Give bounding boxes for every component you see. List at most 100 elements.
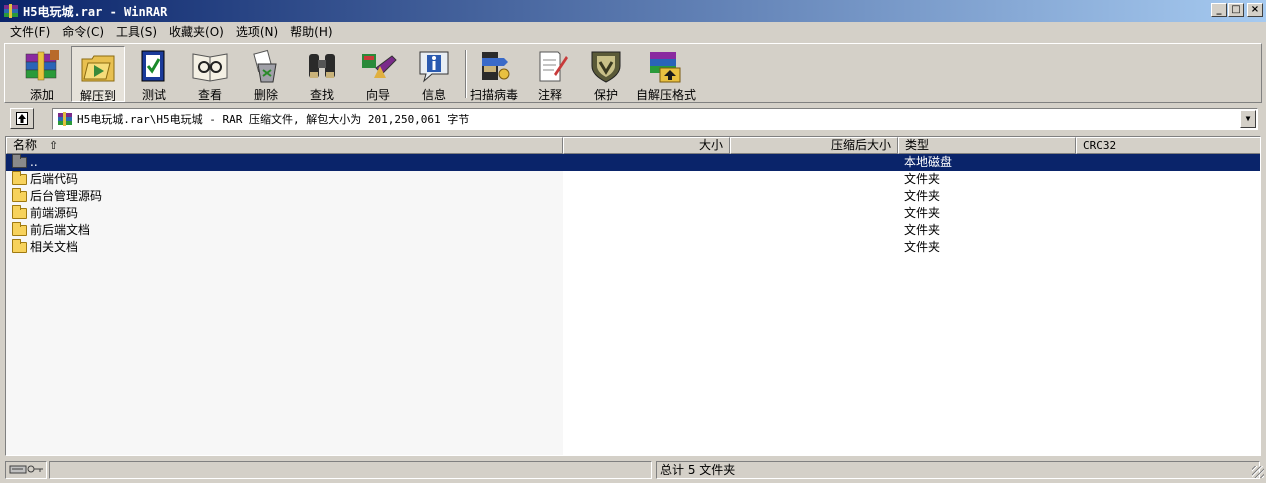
virus-scan-icon	[474, 48, 514, 84]
info-label: 信息	[421, 88, 446, 102]
list-item-type: 本地磁盘	[904, 155, 953, 169]
info-button[interactable]: 信息	[407, 46, 461, 102]
list-item-type: 文件夹	[904, 172, 941, 186]
menu-file[interactable]: 文件(F)	[4, 23, 56, 40]
column-type-label: 类型	[905, 138, 930, 152]
status-drive-pane[interactable]	[5, 461, 47, 479]
parent-folder-icon	[12, 154, 27, 168]
list-item-type: 文件夹	[904, 206, 941, 220]
sfx-button[interactable]: 自解压格式	[635, 46, 697, 102]
status-summary-text: 总计 5 文件夹	[660, 463, 736, 477]
view-label: 查看	[197, 88, 222, 102]
virus-scan-button[interactable]: 扫描病毒	[467, 46, 521, 102]
column-header-packed[interactable]: 压缩后大小	[730, 137, 898, 154]
resize-grip-icon[interactable]	[1252, 466, 1264, 478]
file-list[interactable]: 名称 ⇧ 大小 压缩后大小 类型 CRC32 .. 本地磁盘 后端代码 文件夹 …	[5, 136, 1261, 456]
folder-icon	[12, 188, 27, 202]
find-label: 查找	[309, 88, 334, 102]
column-header-name[interactable]: 名称 ⇧	[6, 137, 563, 154]
folder-icon	[12, 239, 27, 253]
info-icon	[414, 48, 454, 84]
list-item-name: 后端代码	[30, 172, 79, 186]
menu-commands[interactable]: 命令(C)	[56, 23, 110, 40]
find-button[interactable]: 查找	[295, 46, 349, 102]
menu-tools[interactable]: 工具(S)	[110, 23, 163, 40]
rar-archive-icon	[57, 111, 73, 127]
list-item-type: 文件夹	[904, 223, 941, 237]
protect-shield-icon	[586, 48, 626, 84]
column-header-crc[interactable]: CRC32	[1076, 137, 1260, 154]
protect-button[interactable]: 保护	[579, 46, 633, 102]
list-item-name: ..	[30, 155, 38, 169]
list-item-parent[interactable]: .. 本地磁盘	[6, 154, 1260, 171]
wizard-icon	[358, 48, 398, 84]
menu-bar: 文件(F) 命令(C) 工具(S) 收藏夹(O) 选项(N) 帮助(H)	[0, 22, 339, 41]
column-size-label: 大小	[698, 138, 723, 152]
add-books-icon	[22, 48, 62, 84]
minimize-button[interactable]: _	[1211, 3, 1227, 17]
column-packed-label: 压缩后大小	[830, 138, 891, 152]
list-item-name: 相关文档	[30, 240, 79, 254]
column-crc-label: CRC32	[1083, 139, 1117, 152]
list-item-type: 文件夹	[904, 240, 941, 254]
extract-to-label: 解压到	[79, 89, 116, 103]
add-label: 添加	[29, 88, 54, 102]
list-item[interactable]: 相关文档 文件夹	[6, 239, 1260, 256]
folder-icon	[12, 222, 27, 236]
folder-icon	[12, 205, 27, 219]
winrar-app-icon	[3, 3, 19, 19]
up-arrow-icon	[16, 112, 28, 125]
delete-button[interactable]: 删除	[239, 46, 293, 102]
status-bar: 总计 5 文件夹	[0, 460, 1266, 483]
list-item[interactable]: 前端源码 文件夹	[6, 205, 1260, 222]
list-item[interactable]: 后台管理源码 文件夹	[6, 188, 1260, 205]
list-item-name: 后台管理源码	[30, 189, 103, 203]
title-bar[interactable]: H5电玩城.rar - WinRAR _ □ ×	[0, 0, 1266, 22]
view-button[interactable]: 查看	[183, 46, 237, 102]
status-selection-pane	[49, 461, 652, 479]
delete-recycle-icon	[246, 48, 286, 84]
status-summary-pane: 总计 5 文件夹	[656, 461, 1260, 479]
address-dropdown-button[interactable]: ▼	[1240, 110, 1256, 128]
sfx-label: 自解压格式	[635, 88, 696, 102]
drive-key-icon	[9, 465, 43, 474]
column-header-size[interactable]: 大小	[563, 137, 730, 154]
delete-label: 删除	[253, 88, 278, 102]
find-binoculars-icon	[302, 48, 342, 84]
up-one-level-button[interactable]	[10, 108, 34, 129]
address-text: H5电玩城.rar\H5电玩城 - RAR 压缩文件, 解包大小为 201,25…	[77, 113, 470, 126]
extract-folder-icon	[78, 49, 118, 85]
test-button[interactable]: 测试	[127, 46, 181, 102]
view-glasses-icon	[190, 48, 230, 84]
comment-button[interactable]: 注释	[523, 46, 577, 102]
folder-icon	[12, 171, 27, 185]
wizard-label: 向导	[365, 88, 390, 102]
test-label: 测试	[141, 88, 166, 102]
menu-help[interactable]: 帮助(H)	[284, 23, 338, 40]
protect-label: 保护	[593, 88, 618, 102]
add-button[interactable]: 添加	[15, 46, 69, 102]
toolbar: 添加 解压到 测试 查看 删除 查找 向导 信息 扫描病毒 注释 保护 自解压格…	[4, 43, 1262, 103]
address-row: H5电玩城.rar\H5电玩城 - RAR 压缩文件, 解包大小为 201,25…	[4, 106, 1262, 131]
list-item-type: 文件夹	[904, 189, 941, 203]
sort-up-icon: ⇧	[48, 139, 59, 152]
list-item[interactable]: 前后端文档 文件夹	[6, 222, 1260, 239]
sfx-box-icon	[646, 48, 686, 84]
comment-icon	[530, 48, 570, 84]
maximize-button[interactable]: □	[1228, 3, 1244, 17]
wizard-button[interactable]: 向导	[351, 46, 405, 102]
menu-options[interactable]: 选项(N)	[230, 23, 284, 40]
extract-to-button[interactable]: 解压到	[71, 46, 125, 103]
column-name-label: 名称	[13, 138, 38, 152]
virus-scan-label: 扫描病毒	[469, 88, 518, 102]
list-item-name: 前后端文档	[30, 223, 91, 237]
window-title: H5电玩城.rar - WinRAR	[23, 4, 168, 19]
close-button[interactable]: ×	[1247, 3, 1263, 17]
list-item-name: 前端源码	[30, 206, 79, 220]
column-header-type[interactable]: 类型	[898, 137, 1076, 154]
comment-label: 注释	[537, 88, 562, 102]
list-item[interactable]: 后端代码 文件夹	[6, 171, 1260, 188]
test-book-icon	[134, 48, 174, 84]
menu-favorites[interactable]: 收藏夹(O)	[163, 23, 230, 40]
address-field[interactable]: H5电玩城.rar\H5电玩城 - RAR 压缩文件, 解包大小为 201,25…	[52, 108, 1258, 130]
